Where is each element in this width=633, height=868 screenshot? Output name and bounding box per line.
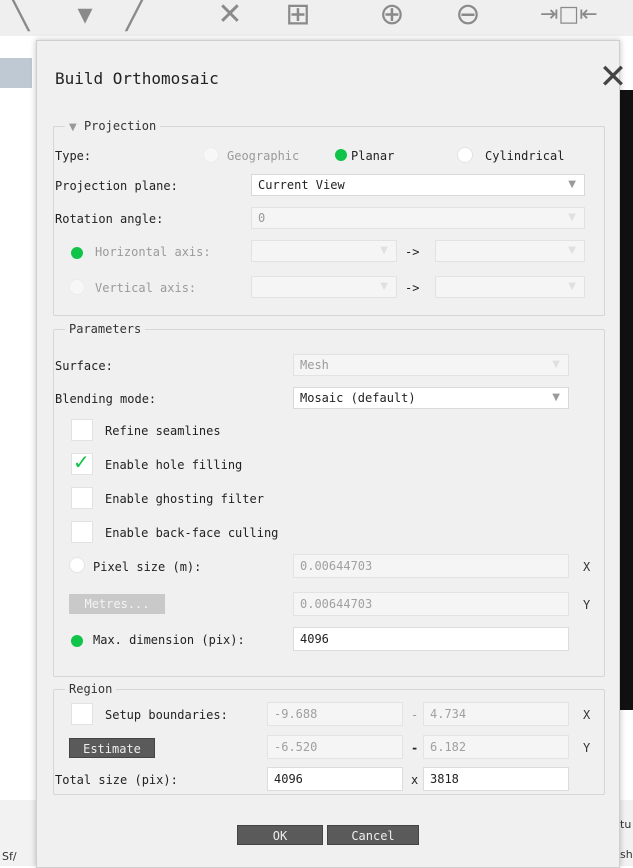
- zoom-in-icon[interactable]: ⊕: [372, 0, 412, 30]
- cylindrical-radio[interactable]: [457, 147, 473, 163]
- surface-value: Mesh: [300, 358, 329, 372]
- hole-filling-checkbox[interactable]: ✓: [71, 450, 93, 475]
- status-text-right-2: sh: [620, 848, 633, 861]
- total-size-label: Total size (pix):: [55, 773, 178, 787]
- back-face-culling-label: Enable back-face culling: [105, 526, 279, 540]
- vertical-axis-label: Vertical axis:: [95, 281, 197, 295]
- vertical-axis-radio[interactable]: [69, 279, 85, 295]
- region-x-max-field[interactable]: 4.734: [423, 702, 569, 726]
- refine-seamlines-checkbox[interactable]: [71, 419, 93, 441]
- chevron-down-icon: ▼: [552, 359, 560, 370]
- parameters-group-title: Parameters: [65, 322, 146, 336]
- close-icon[interactable]: ✕: [595, 59, 631, 95]
- chevron-down-icon: ▼: [380, 281, 388, 292]
- left-panel-strip: [0, 58, 32, 88]
- build-orthomosaic-dialog: Build Orthomosaic ✕ ▼ Projection Type: G…: [36, 40, 627, 868]
- checkmark-icon: ✓: [73, 450, 90, 474]
- region-x-axis: X: [583, 708, 591, 722]
- chevron-down-icon: ▼: [552, 392, 560, 403]
- metres-button[interactable]: Metres...: [69, 594, 165, 614]
- geographic-radio[interactable]: [203, 147, 219, 163]
- pixel-size-label: Pixel size (m):: [93, 560, 202, 574]
- blending-mode-select[interactable]: Mosaic (default) ▼: [293, 387, 569, 409]
- ok-button[interactable]: OK: [237, 825, 323, 845]
- hole-filling-label: Enable hole filling: [105, 458, 243, 472]
- status-text-left: Sf/: [2, 850, 17, 863]
- horizontal-axis-radio[interactable]: [71, 247, 83, 259]
- region-group-title: Region: [65, 682, 117, 696]
- total-size-width-field[interactable]: 4096: [267, 767, 403, 791]
- max-dimension-radio[interactable]: [71, 635, 83, 647]
- expand-icon[interactable]: ⇥□⇤: [540, 0, 598, 30]
- region-y-min-field[interactable]: -6.520: [267, 735, 403, 759]
- close-tool-icon[interactable]: ✕: [210, 0, 250, 30]
- projection-plane-label: Projection plane:: [55, 179, 178, 193]
- pixel-size-x-axis: X: [583, 560, 591, 574]
- vertical-axis-arrow: ->: [405, 281, 420, 295]
- horizontal-axis-label: Horizontal axis:: [95, 245, 211, 259]
- horizontal-axis-from-select[interactable]: ▼: [251, 240, 397, 262]
- status-text-right-1: tu: [620, 818, 632, 831]
- setup-boundaries-label: Setup boundaries:: [105, 708, 228, 722]
- move-icon[interactable]: ⊞: [278, 0, 318, 30]
- vertical-axis-to-select[interactable]: ▼: [435, 276, 585, 298]
- pan-icon[interactable]: ▾: [65, 0, 105, 30]
- scale-icon[interactable]: ╲: [0, 0, 40, 30]
- ghosting-filter-checkbox[interactable]: [71, 487, 93, 509]
- chevron-down-icon: ▼: [568, 179, 576, 190]
- region-y-dash: -: [411, 741, 419, 755]
- chevron-down-icon: ▼: [568, 245, 576, 256]
- region-x-min-field[interactable]: -9.688: [267, 702, 403, 726]
- chevron-down-icon: ▼: [380, 245, 388, 256]
- toolbar: ╲ ▾ ╱ ✕ ⊞ ⊕ ⊖ ⇥□⇤: [0, 0, 633, 36]
- refine-seamlines-label: Refine seamlines: [105, 424, 221, 438]
- planar-label: Planar: [351, 149, 395, 163]
- total-size-times: x: [411, 773, 419, 787]
- blending-mode-value: Mosaic (default): [300, 391, 416, 405]
- projection-group-title: Projection: [83, 119, 157, 133]
- pixel-size-x-field[interactable]: 0.00644703: [293, 554, 569, 578]
- rotation-angle-label: Rotation angle:: [55, 212, 164, 226]
- projection-group-header[interactable]: ▼ Projection: [65, 119, 161, 133]
- estimate-button[interactable]: Estimate: [69, 738, 155, 758]
- max-dimension-field[interactable]: 4096: [293, 627, 569, 651]
- cylindrical-label: Cylindrical: [485, 149, 565, 163]
- ghosting-filter-label: Enable ghosting filter: [105, 492, 264, 506]
- dialog-title: Build Orthomosaic: [55, 69, 219, 88]
- back-face-culling-checkbox[interactable]: [71, 521, 93, 543]
- surface-select[interactable]: Mesh ▼: [293, 354, 569, 376]
- cancel-button[interactable]: Cancel: [327, 825, 419, 845]
- region-y-max-field[interactable]: 6.182: [423, 735, 569, 759]
- geographic-label: Geographic: [227, 149, 300, 163]
- projection-plane-value: Current View: [258, 178, 345, 192]
- projection-plane-select[interactable]: Current View ▼: [251, 174, 585, 196]
- collapse-triangle-icon: ▼: [69, 122, 77, 133]
- chevron-down-icon: ▼: [568, 212, 576, 223]
- pixel-size-y-field[interactable]: 0.00644703: [293, 592, 569, 616]
- ruler-icon[interactable]: ╱: [115, 0, 155, 30]
- surface-label: Surface:: [55, 359, 113, 373]
- rotation-angle-value: 0: [258, 211, 266, 225]
- pixel-size-y-axis: Y: [583, 598, 591, 612]
- vertical-axis-from-select[interactable]: ▼: [251, 276, 397, 298]
- chevron-down-icon: ▼: [568, 281, 576, 292]
- type-label: Type:: [55, 149, 92, 163]
- zoom-out-icon[interactable]: ⊖: [448, 0, 488, 30]
- horizontal-axis-arrow: ->: [405, 245, 420, 259]
- setup-boundaries-checkbox[interactable]: [71, 703, 93, 725]
- horizontal-axis-to-select[interactable]: ▼: [435, 240, 585, 262]
- region-x-dash: -: [411, 708, 419, 722]
- rotation-angle-select[interactable]: 0 ▼: [251, 207, 585, 229]
- blending-mode-label: Blending mode:: [55, 392, 157, 406]
- pixel-size-radio[interactable]: [69, 557, 85, 573]
- region-y-axis: Y: [583, 741, 591, 755]
- total-size-height-field[interactable]: 3818: [423, 767, 569, 791]
- planar-radio[interactable]: [335, 149, 347, 161]
- max-dimension-label: Max. dimension (pix):: [93, 633, 245, 647]
